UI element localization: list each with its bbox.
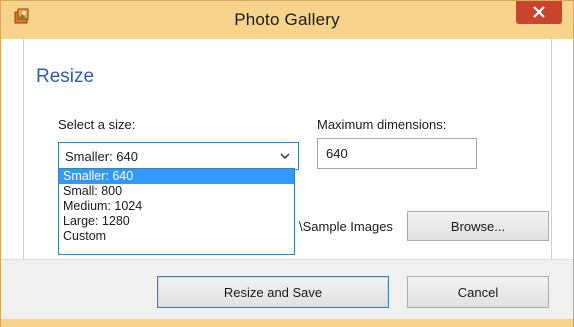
size-dropdown-list[interactable]: Smaller: 640 Small: 800 Medium: 1024 Lar…: [58, 168, 295, 255]
resize-and-save-button[interactable]: Resize and Save: [157, 276, 389, 308]
size-option-small[interactable]: Small: 800: [59, 184, 294, 199]
size-option-custom[interactable]: Custom: [59, 229, 294, 244]
size-select-value: Smaller: 640: [65, 149, 138, 164]
cancel-button[interactable]: Cancel: [407, 276, 549, 308]
cancel-label: Cancel: [457, 284, 499, 300]
folder-path: \Sample Images: [299, 219, 393, 234]
size-option-smaller[interactable]: Smaller: 640: [59, 169, 294, 184]
title-bar[interactable]: Photo Gallery: [1, 1, 573, 39]
size-label: Select a size:: [58, 117, 136, 132]
max-dimensions-field[interactable]: [317, 138, 477, 169]
size-option-medium[interactable]: Medium: 1024: [59, 199, 294, 214]
resize-and-save-label: Resize and Save: [223, 284, 323, 300]
chevron-down-icon: [280, 153, 290, 160]
size-option-large[interactable]: Large: 1280: [59, 214, 294, 229]
page-title: Resize: [36, 66, 95, 87]
max-dimensions-input[interactable]: [318, 139, 476, 168]
close-icon: [533, 6, 545, 18]
browse-button[interactable]: Browse...: [407, 211, 549, 241]
close-button[interactable]: [516, 1, 562, 24]
window-bottom-border: [1, 319, 573, 327]
size-select[interactable]: Smaller: 640: [58, 142, 299, 170]
max-dimensions-label: Maximum dimensions:: [317, 117, 447, 132]
window-title: Photo Gallery: [234, 10, 340, 29]
photo-gallery-dialog: Photo Gallery Resize Select a size: Maxi…: [0, 0, 574, 327]
browse-button-label: Browse...: [450, 218, 506, 234]
